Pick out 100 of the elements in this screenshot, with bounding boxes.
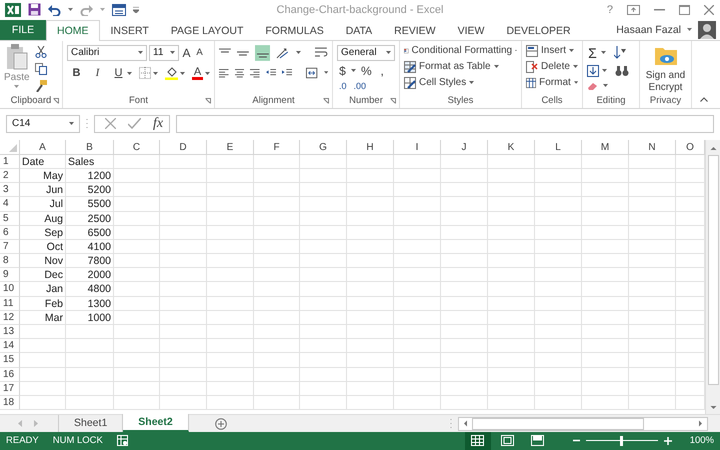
caret-icon[interactable] bbox=[14, 84, 20, 88]
table-cell[interactable] bbox=[160, 197, 207, 212]
row-header[interactable]: 2 bbox=[0, 168, 20, 184]
redo-icon[interactable] bbox=[80, 4, 93, 16]
table-cell[interactable] bbox=[300, 268, 347, 282]
cells-button[interactable]: Insert bbox=[541, 45, 566, 56]
table-cell[interactable] bbox=[441, 282, 488, 297]
file-tab[interactable]: FILE bbox=[0, 20, 46, 40]
table-cell[interactable] bbox=[488, 325, 535, 340]
table-cell[interactable] bbox=[207, 282, 254, 297]
minimize-icon[interactable] bbox=[654, 8, 665, 11]
table-cell[interactable] bbox=[66, 396, 114, 410]
table-cell[interactable] bbox=[114, 268, 160, 282]
styles-button[interactable]: Format as Table bbox=[419, 61, 491, 72]
column-header[interactable]: N bbox=[629, 140, 676, 155]
table-cell[interactable] bbox=[347, 226, 394, 240]
merge-cells-icon[interactable] bbox=[306, 66, 318, 79]
table-cell[interactable] bbox=[254, 353, 300, 368]
table-cell[interactable] bbox=[114, 325, 160, 340]
table-cell[interactable] bbox=[114, 382, 160, 396]
borders-icon[interactable] bbox=[139, 67, 151, 80]
caret-icon[interactable] bbox=[180, 72, 185, 75]
table-cell[interactable] bbox=[114, 197, 160, 212]
column-header[interactable]: J bbox=[441, 140, 488, 155]
grow-font-button[interactable]: A bbox=[181, 46, 192, 60]
table-cell[interactable] bbox=[160, 282, 207, 297]
table-cell[interactable] bbox=[300, 168, 347, 184]
row-header[interactable]: 7 bbox=[0, 240, 20, 254]
table-cell[interactable] bbox=[488, 183, 535, 198]
table-cell[interactable] bbox=[66, 325, 114, 340]
autosum-button[interactable]: Σ bbox=[587, 44, 598, 61]
table-cell[interactable] bbox=[441, 353, 488, 368]
caret-icon[interactable] bbox=[324, 71, 328, 74]
column-header[interactable]: B bbox=[66, 140, 114, 155]
table-cell[interactable] bbox=[347, 353, 394, 368]
table-cell[interactable] bbox=[66, 353, 114, 368]
table-cell[interactable] bbox=[347, 396, 394, 410]
table-cell[interactable] bbox=[114, 212, 160, 226]
vertical-scrollbar[interactable] bbox=[705, 140, 720, 414]
row-header[interactable]: 11 bbox=[0, 296, 20, 311]
table-cell[interactable] bbox=[254, 268, 300, 282]
table-cell[interactable] bbox=[535, 226, 582, 240]
table-cell[interactable] bbox=[488, 282, 535, 297]
caret-icon[interactable] bbox=[494, 65, 499, 68]
table-cell[interactable] bbox=[300, 396, 347, 410]
table-cell[interactable] bbox=[535, 240, 582, 254]
table-cell[interactable] bbox=[254, 296, 300, 311]
column-header[interactable]: D bbox=[160, 140, 207, 155]
table-cell[interactable] bbox=[114, 296, 160, 311]
table-cell[interactable]: Nov bbox=[20, 254, 66, 268]
fill-color-icon[interactable] bbox=[165, 66, 178, 80]
column-header[interactable]: E bbox=[207, 140, 254, 155]
dialog-launcher-icon[interactable] bbox=[323, 98, 329, 104]
column-header[interactable]: F bbox=[254, 140, 300, 155]
table-cell[interactable]: Mar bbox=[20, 310, 66, 326]
table-cell[interactable] bbox=[160, 368, 207, 382]
table-cell[interactable] bbox=[394, 310, 441, 326]
caret-icon[interactable] bbox=[601, 51, 606, 54]
caret-icon[interactable] bbox=[170, 51, 175, 54]
sheet-tab[interactable]: Sheet2 bbox=[123, 414, 189, 432]
grid-icon[interactable] bbox=[471, 435, 484, 446]
table-cell[interactable]: Aug bbox=[20, 212, 66, 226]
table-cell[interactable] bbox=[347, 183, 394, 198]
table-cell[interactable] bbox=[629, 240, 676, 254]
table-cell[interactable] bbox=[114, 168, 160, 184]
table-cell[interactable] bbox=[441, 296, 488, 311]
cancel-icon[interactable] bbox=[105, 118, 116, 130]
caret-icon[interactable] bbox=[469, 81, 474, 84]
table-cell[interactable]: 5200 bbox=[66, 183, 114, 198]
table-cell[interactable] bbox=[254, 183, 300, 198]
table-cell[interactable] bbox=[160, 183, 207, 198]
table-cell[interactable] bbox=[207, 325, 254, 340]
table-cell[interactable] bbox=[254, 212, 300, 226]
table-cell[interactable] bbox=[20, 339, 66, 354]
table-cell[interactable] bbox=[629, 254, 676, 268]
caret-icon[interactable] bbox=[351, 69, 356, 72]
caret-icon[interactable] bbox=[386, 51, 391, 54]
table-cell[interactable] bbox=[582, 368, 629, 382]
table-cell[interactable] bbox=[394, 325, 441, 340]
table-cell[interactable] bbox=[20, 396, 66, 410]
table-cell[interactable] bbox=[582, 154, 629, 169]
paste-button[interactable]: Paste bbox=[4, 72, 30, 83]
table-cell[interactable] bbox=[207, 212, 254, 226]
save-icon[interactable] bbox=[28, 3, 41, 16]
table-cell[interactable] bbox=[207, 353, 254, 368]
caret-icon[interactable] bbox=[572, 65, 578, 68]
table-cell[interactable] bbox=[300, 240, 347, 254]
decrease-decimal-button[interactable]: .00 bbox=[352, 80, 368, 91]
table-cell[interactable] bbox=[582, 254, 629, 268]
row-header[interactable]: 10 bbox=[0, 282, 20, 297]
table-cell[interactable] bbox=[347, 310, 394, 326]
zoom-level-text[interactable]: 100% bbox=[690, 435, 714, 446]
table-cell[interactable] bbox=[254, 382, 300, 396]
table-cell[interactable] bbox=[488, 396, 535, 410]
table-cell[interactable] bbox=[207, 368, 254, 382]
table-cell[interactable] bbox=[300, 296, 347, 311]
table-cell[interactable] bbox=[629, 154, 676, 169]
decrease-indent-icon[interactable] bbox=[266, 68, 276, 78]
table-cell[interactable] bbox=[535, 183, 582, 198]
table-cell[interactable] bbox=[582, 240, 629, 254]
